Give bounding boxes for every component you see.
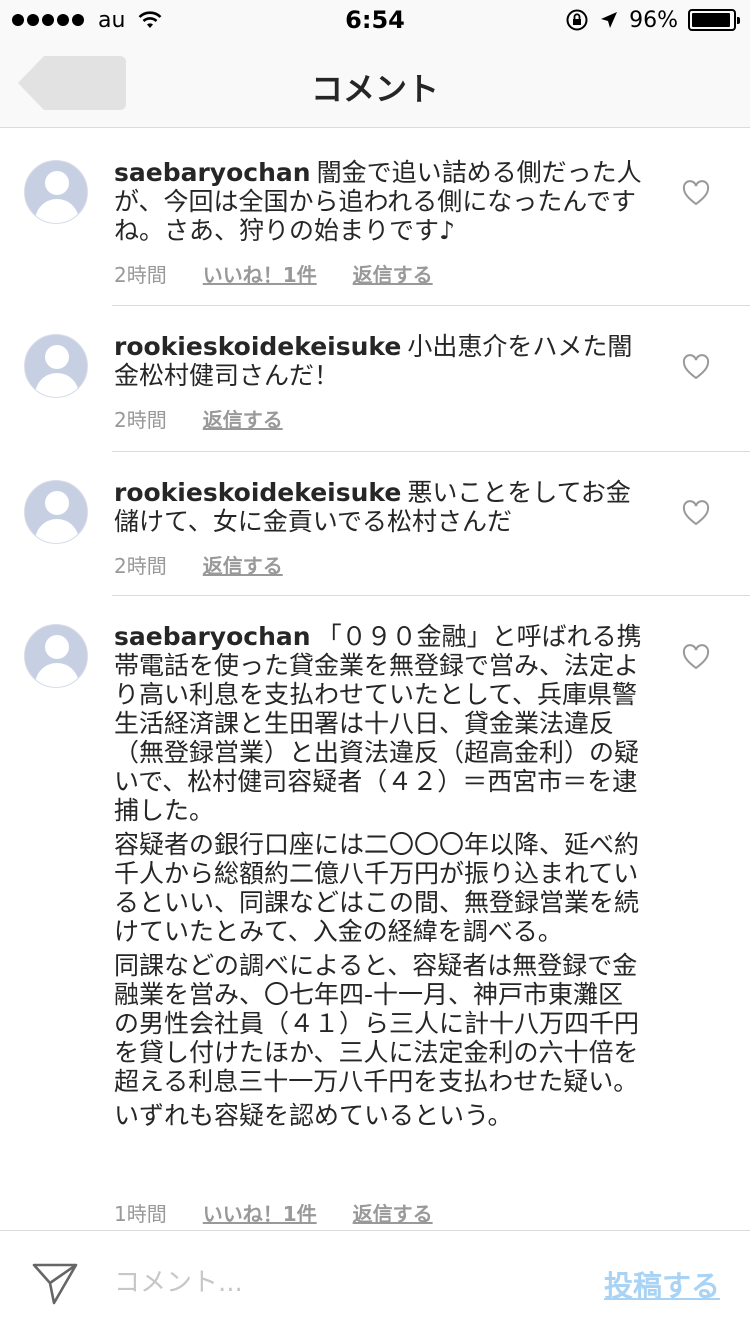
comment-meta: 1時間 いいね！1件 返信する bbox=[114, 1198, 433, 1227]
location-icon bbox=[601, 12, 618, 28]
comment-meta: 2時間 返信する bbox=[114, 550, 283, 579]
reply-link[interactable]: 返信する bbox=[203, 550, 283, 579]
post-button[interactable]: 投稿する bbox=[604, 1263, 720, 1305]
comment-item: saebaryochan 「０９０金融」と呼ばれる携帯電話を使った貸金業を無登録で… bbox=[0, 596, 750, 1230]
comment-username[interactable]: saebaryochan bbox=[114, 158, 311, 187]
heart-icon[interactable] bbox=[682, 500, 710, 526]
comment-body: saebaryochan 闇金で追い詰める側だった人が、今回は全国から追われる側に… bbox=[114, 158, 642, 250]
comment-username[interactable]: rookieskoidekeisuke bbox=[114, 332, 401, 361]
likes-link[interactable]: いいね！1件 bbox=[203, 1198, 317, 1227]
heart-icon[interactable] bbox=[682, 354, 710, 380]
page-title: コメント bbox=[310, 70, 439, 108]
comment-meta: 2時間 いいね！1件 返信する bbox=[114, 259, 433, 288]
reply-link[interactable]: 返信する bbox=[203, 404, 283, 433]
avatar[interactable] bbox=[24, 160, 88, 224]
comment-timestamp: 2時間 bbox=[114, 263, 167, 287]
comment-timestamp: 2時間 bbox=[114, 408, 167, 432]
comment-body: rookieskoidekeisuke 悪いことをしてお金儲けて、女に金貢いでる松… bbox=[114, 478, 642, 541]
reply-link[interactable]: 返信する bbox=[353, 259, 433, 288]
comment-text: 容疑者の銀行口座には二〇〇〇年以降、延べ約千人から総額約二億八千万円が振り込まれ… bbox=[114, 830, 640, 946]
comment-timestamp: 2時間 bbox=[114, 554, 167, 578]
navigation-bar: コメント bbox=[0, 40, 750, 128]
battery-icon bbox=[688, 9, 740, 31]
comment-input[interactable] bbox=[114, 1265, 574, 1301]
avatar[interactable] bbox=[24, 624, 88, 688]
battery-percentage: 96% bbox=[629, 7, 678, 33]
orientation-lock-icon bbox=[566, 9, 588, 31]
comment-meta: 2時間 返信する bbox=[114, 404, 283, 433]
comment-username[interactable]: saebaryochan bbox=[114, 622, 311, 651]
comment-compose-bar: 投稿する bbox=[0, 1230, 750, 1334]
comment-username[interactable]: rookieskoidekeisuke bbox=[114, 478, 401, 507]
comment-body: saebaryochan 「０９０金融」と呼ばれる携帯電話を使った貸金業を無登録で… bbox=[114, 622, 642, 1135]
comment-text: 同課などの調べによると、容疑者は無登録で金融業を営み、〇七年四-十一月、神戸市東… bbox=[114, 951, 640, 1096]
heart-icon[interactable] bbox=[682, 644, 710, 670]
reply-link[interactable]: 返信する bbox=[353, 1198, 433, 1227]
comment-text: いずれも容疑を認めているという。 bbox=[114, 1101, 513, 1130]
comment-item: rookieskoidekeisuke 小出恵介をハメた闇金松村健司さんだ！ 2時… bbox=[0, 306, 750, 452]
comment-list[interactable]: saebaryochan 闇金で追い詰める側だった人が、今回は全国から追われる側に… bbox=[0, 128, 750, 1230]
send-icon[interactable] bbox=[30, 1257, 80, 1307]
comment-body: rookieskoidekeisuke 小出恵介をハメた闇金松村健司さんだ！ bbox=[114, 332, 642, 395]
comment-timestamp: 1時間 bbox=[114, 1202, 167, 1226]
avatar[interactable] bbox=[24, 480, 88, 544]
avatar[interactable] bbox=[24, 334, 88, 398]
comment-item: saebaryochan 闇金で追い詰める側だった人が、今回は全国から追われる側に… bbox=[0, 128, 750, 306]
heart-icon[interactable] bbox=[682, 180, 710, 206]
status-bar: au 6:54 96% bbox=[0, 0, 750, 40]
comment-text: 「０９０金融」と呼ばれる携帯電話を使った貸金業を無登録で営み、法定より高い利息を… bbox=[114, 622, 642, 825]
likes-link[interactable]: いいね！1件 bbox=[203, 259, 317, 288]
comment-item: rookieskoidekeisuke 悪いことをしてお金儲けて、女に金貢いでる松… bbox=[0, 452, 750, 596]
